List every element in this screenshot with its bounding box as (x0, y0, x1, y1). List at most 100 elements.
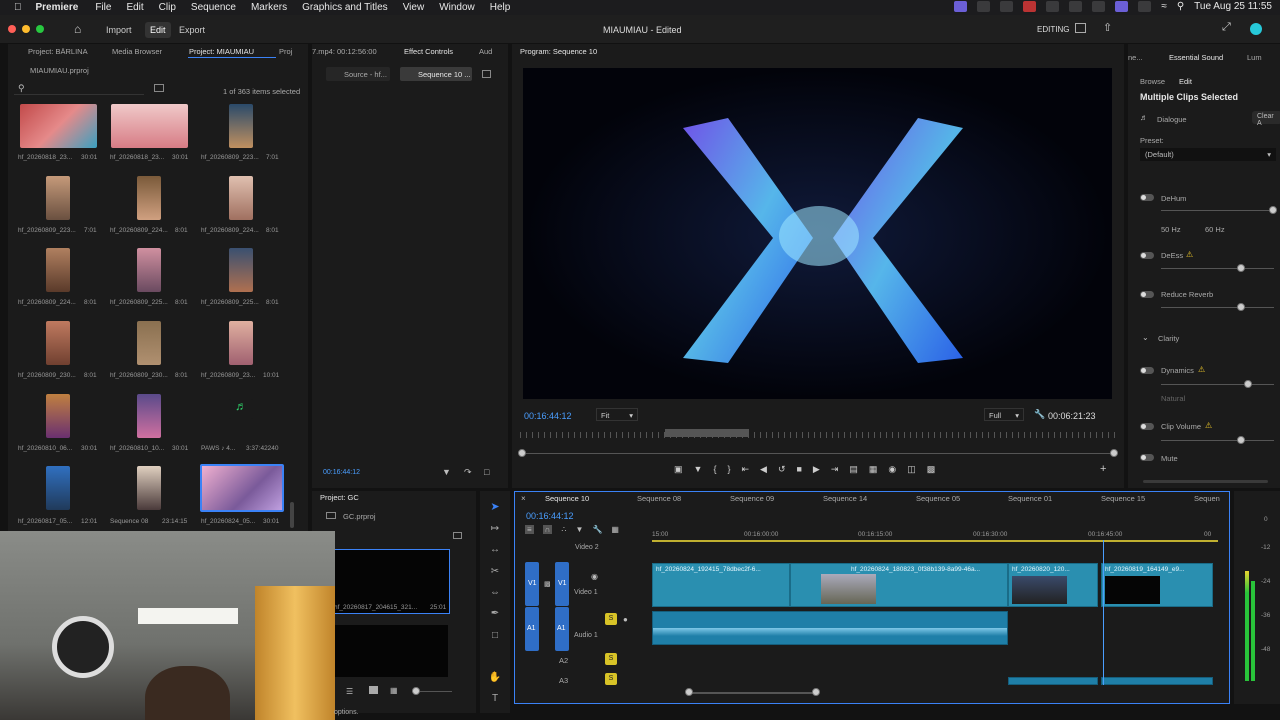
hand-tool[interactable]: ✋ (488, 672, 502, 684)
time-ruler[interactable]: 15:00 00:16:00:00 00:16:15:00 00:16:30:0… (652, 522, 1218, 542)
audio-clip[interactable] (652, 611, 1008, 645)
marker-icon[interactable]: ▼ (694, 464, 703, 475)
tab-media-browser[interactable]: Media Browser (112, 47, 162, 56)
tab-sequence-14[interactable]: Sequence 14 (823, 494, 867, 503)
list-view-icon[interactable]: ☰ (346, 687, 353, 696)
tab-lumetri[interactable]: Lum (1247, 53, 1262, 62)
status-icon[interactable] (1023, 1, 1037, 12)
go-to-out-icon[interactable]: ⇥ (831, 464, 839, 475)
reverb-knob[interactable] (1237, 303, 1245, 311)
deess-slider[interactable] (1161, 268, 1274, 269)
sequence-tab[interactable]: Sequence 10 ... (400, 67, 472, 81)
deess-toggle[interactable] (1140, 252, 1154, 259)
source-tab[interactable]: Source - hf... (326, 67, 390, 81)
layout-icon[interactable] (1075, 23, 1086, 33)
workspace-label[interactable]: EDITING (1037, 25, 1069, 34)
clear-button[interactable]: Clear A (1252, 111, 1280, 127)
sequence-thumbnail[interactable] (137, 466, 161, 510)
wifi-icon[interactable]: ≈ (1161, 1, 1167, 12)
tab-audio[interactable]: Aud (479, 47, 492, 56)
media-thumbnail[interactable] (229, 104, 253, 148)
media-thumbnail-selected[interactable] (200, 464, 284, 512)
tab-effect-controls[interactable]: Effect Controls (404, 47, 453, 56)
status-icon[interactable] (977, 1, 991, 12)
dehum-toggle[interactable] (1140, 194, 1154, 201)
output-icon[interactable]: ▩ (927, 464, 936, 475)
menu-sequence[interactable]: Sequence (191, 2, 236, 13)
lift-icon[interactable]: ▣ (674, 464, 683, 475)
zoom-window-button[interactable] (36, 25, 44, 33)
menu-graphics[interactable]: Graphics and Titles (302, 2, 388, 13)
clarity-label[interactable]: Clarity (1158, 334, 1179, 343)
search-icon[interactable]: ⚲ (1177, 1, 1184, 12)
dehum-slider[interactable] (1161, 210, 1274, 211)
tab-sequence-05[interactable]: Sequence 05 (916, 494, 960, 503)
icon-view-icon[interactable] (369, 686, 378, 694)
razor-tool[interactable]: ✂ (488, 566, 502, 578)
scrub-start-handle[interactable] (518, 449, 526, 457)
linked-selection-icon[interactable]: ∴ (561, 525, 566, 534)
media-thumbnail[interactable] (137, 321, 161, 365)
clip-volume-toggle[interactable] (1140, 423, 1154, 430)
solo-a1-button[interactable]: S (605, 613, 617, 625)
quality-select[interactable]: Full ▾ (984, 408, 1024, 421)
tab-essential-sound[interactable]: Essential Sound (1169, 53, 1223, 62)
hz60-radio[interactable]: 60 Hz (1205, 225, 1225, 234)
timeline-ruler-strip[interactable] (520, 432, 1116, 438)
lock-icon[interactable]: ▩ (544, 580, 551, 588)
pen-tool[interactable]: ✒ (488, 608, 502, 620)
status-icon[interactable] (1069, 1, 1083, 12)
project-gc-preview[interactable] (334, 625, 448, 677)
audio-clip[interactable] (1008, 677, 1098, 685)
menu-view[interactable]: View (403, 2, 425, 13)
v1-target-button[interactable]: V1 (555, 562, 569, 606)
timeline-timecode[interactable]: 00:16:44:12 (526, 511, 574, 521)
mute-toggle[interactable] (1140, 454, 1154, 461)
step-back-icon[interactable]: ◀ (760, 464, 767, 475)
media-thumbnail[interactable] (229, 321, 253, 365)
playhead-marker[interactable] (665, 429, 749, 437)
video-frame[interactable] (523, 68, 1112, 399)
wrench-icon[interactable]: 🔧 (1034, 409, 1045, 420)
media-thumbnail[interactable] (137, 176, 161, 220)
snap-icon[interactable]: ∩ (542, 525, 553, 534)
media-thumbnail[interactable] (46, 176, 70, 220)
export-icon[interactable]: ↷ (464, 467, 472, 478)
tab-source-timecode[interactable]: 7.mp4: 00:12:56:00 (312, 47, 377, 56)
eye-icon[interactable]: ◉ (591, 572, 598, 581)
status-icon[interactable] (1000, 1, 1014, 12)
video-clip[interactable]: hf_20260819_164149_e9... (1101, 563, 1213, 607)
playhead-line[interactable] (1103, 540, 1104, 685)
insert-icon[interactable]: ▤ (849, 464, 858, 475)
settings-icon[interactable]: 🔧 (592, 525, 602, 534)
stop-button[interactable]: ■ (796, 464, 801, 475)
chevron-down-icon[interactable]: ⌄ (1142, 333, 1149, 342)
menu-edit[interactable]: Edit (126, 2, 143, 13)
clock[interactable]: Tue Aug 25 11:55 (1194, 1, 1272, 12)
compare-icon[interactable]: ◫ (907, 464, 916, 475)
dynamics-knob[interactable] (1244, 380, 1252, 388)
status-icon[interactable] (1046, 1, 1060, 12)
media-thumbnail[interactable] (46, 394, 70, 438)
tab-sequence-01[interactable]: Sequence 01 (1008, 494, 1052, 503)
project-search-input[interactable] (14, 82, 144, 95)
project-gc-title[interactable]: Project: GC (320, 493, 359, 502)
tab-sequence-10[interactable]: Sequence 10 (545, 494, 589, 503)
menu-help[interactable]: Help (490, 2, 511, 13)
dehum-knob[interactable] (1269, 206, 1277, 214)
audio-clip[interactable] (1101, 677, 1213, 685)
zoom-select[interactable]: Fit ▾ (596, 408, 638, 421)
type-tool[interactable]: T (488, 693, 502, 705)
app-menu[interactable]: Premiere (36, 2, 79, 13)
hz50-radio[interactable]: 50 Hz (1161, 225, 1181, 234)
scroll-handle-right[interactable] (812, 688, 820, 696)
effect-timecode[interactable]: 00:16:44:12 (323, 469, 360, 476)
overwrite-icon[interactable]: ▦ (869, 464, 878, 475)
track-select-tool[interactable]: ↦ (488, 523, 502, 535)
video-clip[interactable]: hf_20260820_120... (1008, 563, 1098, 607)
mark-in-icon[interactable]: { (713, 464, 716, 475)
scroll-handle-left[interactable] (685, 688, 693, 696)
scrub-bar[interactable] (522, 453, 1114, 454)
media-thumbnail[interactable] (137, 248, 161, 292)
media-thumbnail[interactable] (46, 248, 70, 292)
